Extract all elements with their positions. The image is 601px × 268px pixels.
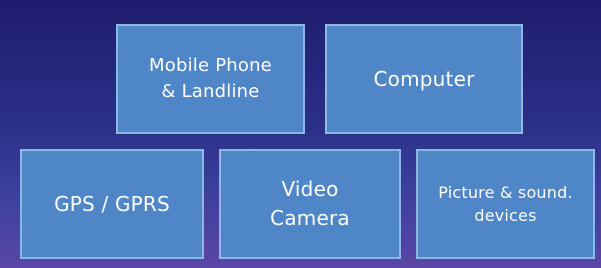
box-label-computer: Computer <box>373 66 475 91</box>
box-gps-gprs: GPS / GPRS <box>20 149 204 259</box>
diagram-canvas: Mobile Phone & Landline Computer GPS / G… <box>0 0 601 268</box>
box-label-video-camera: Video Camera <box>270 177 350 230</box>
box-label-gps-gprs: GPS / GPRS <box>54 191 170 216</box>
box-picture-sound-devices: Picture & sound. devices <box>416 149 595 259</box>
box-mobile-phone-landline: Mobile Phone & Landline <box>116 24 305 134</box>
box-label-mobile-phone-landline: Mobile Phone & Landline <box>149 54 272 102</box>
box-label-picture-sound-devices: Picture & sound. devices <box>438 182 573 225</box>
box-computer: Computer <box>325 24 523 134</box>
box-video-camera: Video Camera <box>219 149 401 259</box>
